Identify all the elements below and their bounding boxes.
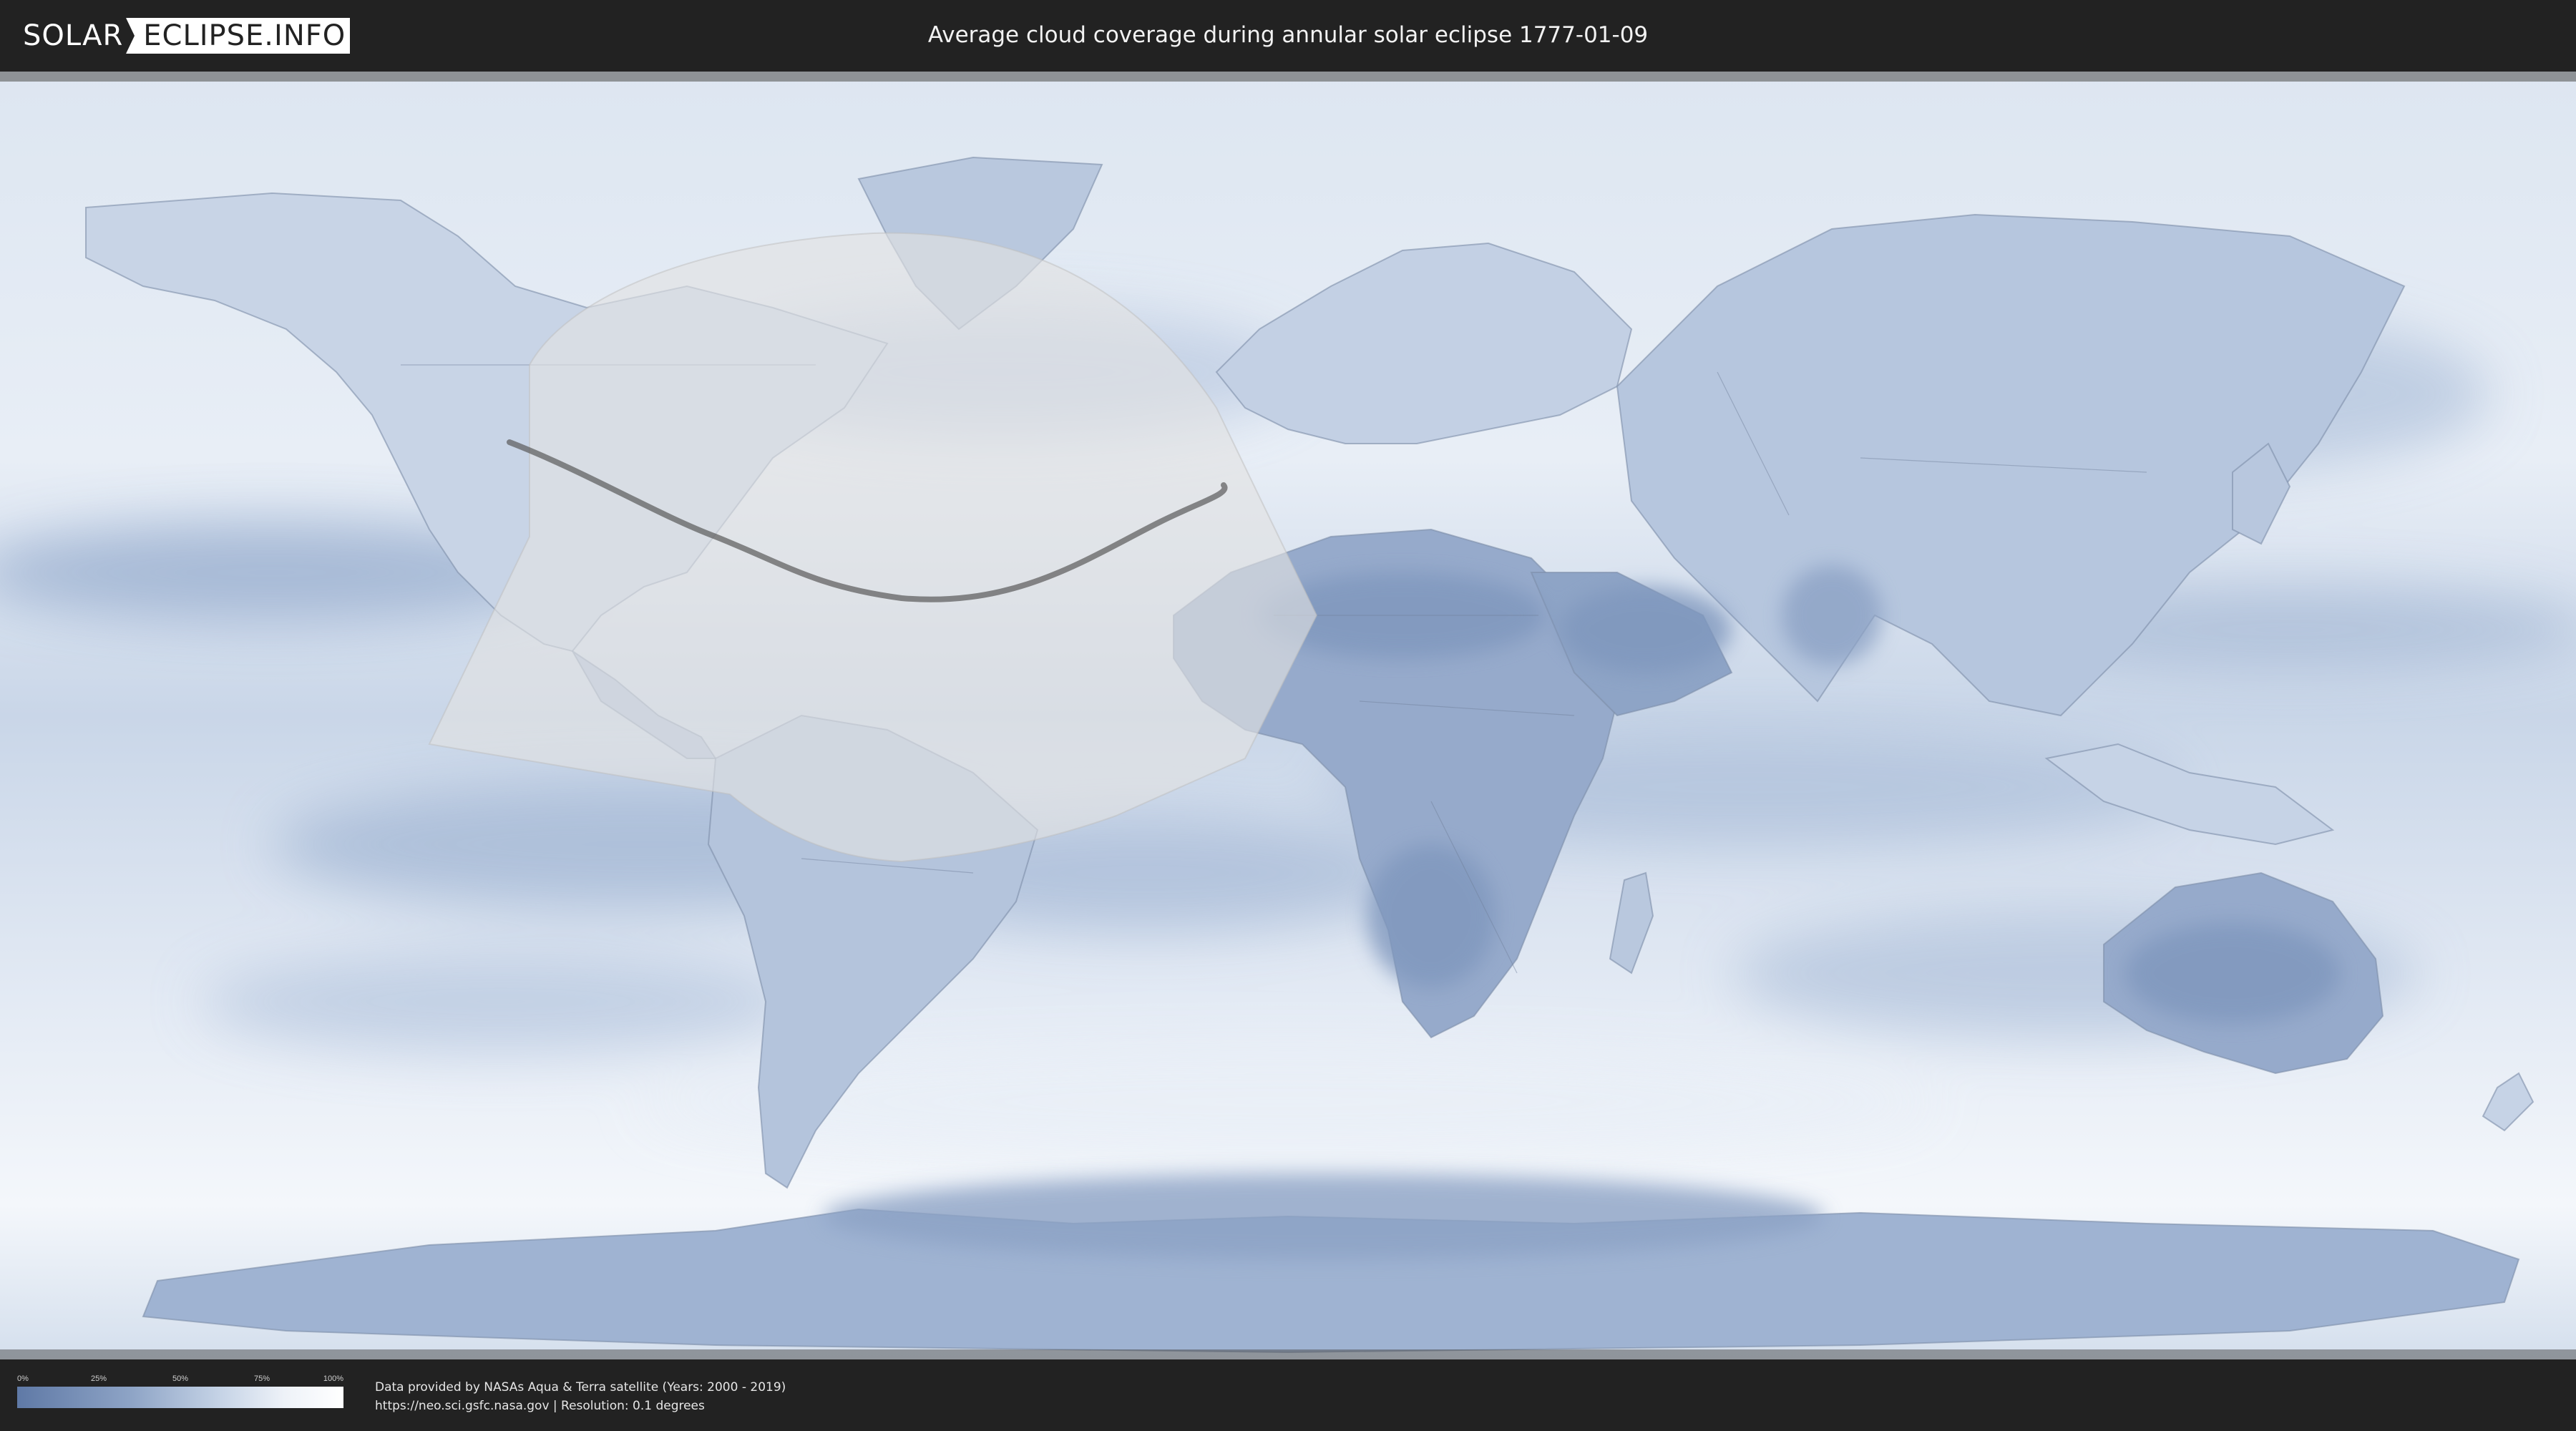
footer-bar: 0% 25% 50% 75% 100% Data provided by NAS… <box>0 1359 2576 1431</box>
data-credits: Data provided by NASAs Aqua & Terra sate… <box>375 1378 786 1415</box>
legend-tick-75: 75% <box>253 1374 270 1383</box>
legend-tick-25: 25% <box>90 1374 107 1383</box>
legend-gradient-bar <box>17 1387 343 1408</box>
legend-ticks: 0% 25% 50% 75% 100% <box>17 1374 343 1385</box>
page: SOLAR ECLIPSE.INFO Average cloud coverag… <box>0 0 2576 1431</box>
credit-line-data-source: Data provided by NASAs Aqua & Terra sate… <box>375 1380 786 1395</box>
header-bar: SOLAR ECLIPSE.INFO Average cloud coverag… <box>0 0 2576 72</box>
cloud-coverage-map[interactable] <box>0 72 2576 1359</box>
legend-tick-100: 100% <box>323 1374 343 1383</box>
world-map-svg <box>0 72 2576 1359</box>
legend-tick-50: 50% <box>172 1374 189 1383</box>
page-title: Average cloud coverage during annular so… <box>927 22 1649 48</box>
legend-tick-0: 0% <box>17 1374 29 1383</box>
cloud-coverage-legend: 0% 25% 50% 75% 100% <box>17 1374 343 1414</box>
credit-line-source-url: https://neo.sci.gsfc.nasa.gov | Resoluti… <box>375 1399 705 1413</box>
